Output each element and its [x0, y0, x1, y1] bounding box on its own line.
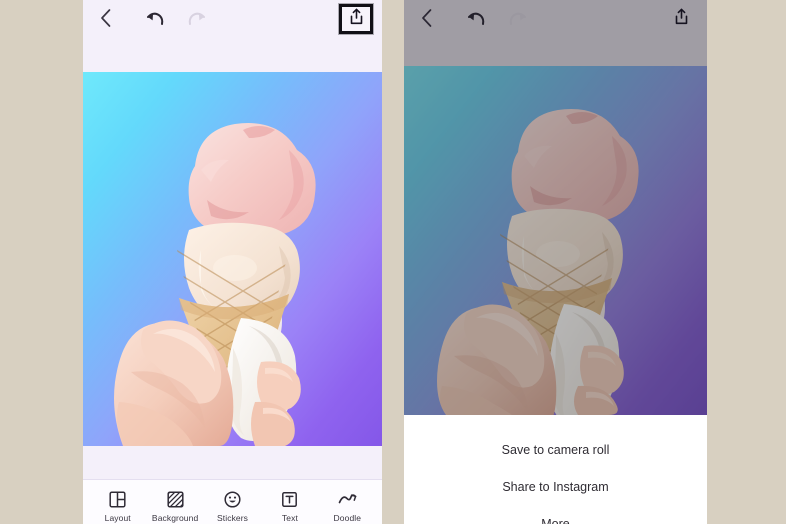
- share-button[interactable]: [338, 3, 374, 35]
- share-sheet-screen: Save to camera roll Share to Instagram M…: [404, 0, 707, 524]
- action-save-to-camera-roll[interactable]: Save to camera roll: [404, 433, 707, 470]
- editor-bottom-area: Layout Background Stickers Text Doodle: [83, 446, 382, 524]
- share-upload-icon: [349, 8, 364, 31]
- back-button[interactable]: [409, 4, 443, 32]
- photo-editor-screen: Layout Background Stickers Text Doodle: [83, 0, 382, 524]
- redo-button[interactable]: [180, 4, 214, 32]
- chevron-left-icon: [99, 8, 112, 28]
- redo-button[interactable]: [501, 4, 535, 32]
- editor-toolbar: [83, 0, 382, 66]
- share-button[interactable]: [664, 4, 698, 34]
- screenshot-stage: Layout Background Stickers Text Doodle S…: [0, 0, 786, 524]
- undo-button[interactable]: [138, 4, 172, 32]
- tool-background[interactable]: Background: [146, 489, 203, 523]
- tool-label: Doodle: [333, 513, 362, 523]
- undo-arrow-icon: [144, 8, 166, 28]
- tool-label: Layout: [104, 513, 131, 523]
- chevron-left-icon: [420, 8, 433, 28]
- share-upload-icon: [674, 8, 689, 31]
- back-button[interactable]: [88, 4, 122, 32]
- tool-text[interactable]: Text: [261, 489, 318, 523]
- background-hatch-icon: [165, 489, 185, 509]
- tool-label: Stickers: [217, 513, 249, 523]
- tool-label: Text: [281, 513, 298, 523]
- smiley-sticker-icon: [223, 489, 243, 509]
- tool-stickers[interactable]: Stickers: [204, 489, 261, 523]
- editor-tool-row: Layout Background Stickers Text Doodle: [83, 480, 382, 524]
- redo-arrow-icon: [186, 8, 208, 28]
- redo-arrow-icon: [507, 8, 529, 28]
- action-share-to-instagram[interactable]: Share to Instagram: [404, 470, 707, 507]
- edited-photo-canvas[interactable]: [83, 72, 382, 446]
- doodle-squiggle-icon: [337, 489, 357, 509]
- share-action-sheet: Save to camera roll Share to Instagram M…: [404, 415, 707, 524]
- tool-layout[interactable]: Layout: [89, 489, 146, 523]
- edited-photo-canvas-dimmed[interactable]: [404, 66, 707, 415]
- tool-doodle[interactable]: Doodle: [319, 489, 376, 523]
- text-box-icon: [280, 489, 300, 509]
- editor-toolbar-dimmed: [404, 0, 707, 66]
- ice-cream-artwork: [404, 66, 707, 415]
- ice-cream-artwork: [83, 72, 382, 446]
- tool-label: Background: [151, 513, 199, 523]
- layout-grid-icon: [108, 489, 128, 509]
- undo-arrow-icon: [465, 8, 487, 28]
- undo-button[interactable]: [459, 4, 493, 32]
- action-more[interactable]: More: [404, 507, 707, 524]
